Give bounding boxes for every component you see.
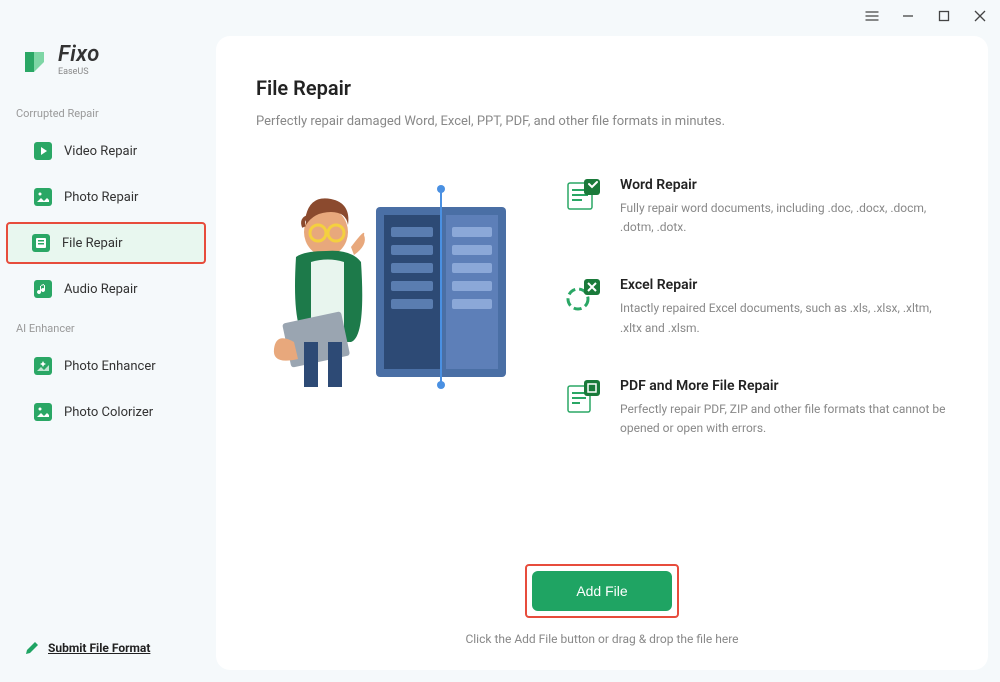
feature-desc: Intactly repaired Excel documents, such …: [620, 299, 948, 337]
titlebar: [0, 0, 1000, 32]
video-icon: [34, 142, 52, 160]
app-logo: Fixo EaseUS: [0, 40, 212, 97]
feature-list: Word Repair Fully repair word documents,…: [566, 177, 948, 438]
feature-pdf-repair: PDF and More File Repair Perfectly repai…: [566, 378, 948, 438]
pencil-icon: [24, 640, 40, 656]
photo-icon: [34, 188, 52, 206]
sidebar-item-photo-enhancer[interactable]: Photo Enhancer: [8, 345, 204, 387]
sidebar-item-video-repair[interactable]: Video Repair: [8, 130, 204, 172]
section-label-ai: AI Enhancer: [0, 312, 212, 343]
logo-icon: [20, 46, 50, 76]
sidebar-item-label: Audio Repair: [64, 282, 138, 297]
cta-area: Add File Click the Add File button or dr…: [256, 564, 948, 646]
feature-desc: Fully repair word documents, including .…: [620, 199, 948, 237]
submit-file-format[interactable]: Submit File Format: [0, 622, 212, 674]
feature-title: PDF and More File Repair: [620, 378, 948, 394]
sidebar: Fixo EaseUS Corrupted Repair Video Repai…: [0, 32, 212, 682]
sidebar-item-label: Photo Enhancer: [64, 359, 156, 374]
content-panel: File Repair Perfectly repair damaged Wor…: [216, 36, 988, 670]
section-label-corrupted: Corrupted Repair: [0, 97, 212, 128]
feature-title: Word Repair: [620, 177, 948, 193]
sidebar-item-audio-repair[interactable]: Audio Repair: [8, 268, 204, 310]
minimize-button[interactable]: [900, 8, 916, 24]
excel-icon: [566, 277, 602, 313]
maximize-button[interactable]: [936, 8, 952, 24]
app-name: Fixo: [58, 44, 100, 66]
feature-word-repair: Word Repair Fully repair word documents,…: [566, 177, 948, 237]
illustration: [256, 177, 536, 417]
page-title: File Repair: [256, 76, 948, 100]
feature-desc: Perfectly repair PDF, ZIP and other file…: [620, 400, 948, 438]
add-file-button[interactable]: Add File: [532, 571, 671, 611]
colorize-icon: [34, 403, 52, 421]
app-vendor: EaseUS: [58, 68, 100, 77]
sidebar-item-label: File Repair: [62, 236, 122, 251]
sidebar-item-photo-repair[interactable]: Photo Repair: [8, 176, 204, 218]
sidebar-item-file-repair[interactable]: File Repair: [6, 222, 206, 264]
sidebar-item-label: Video Repair: [64, 144, 137, 159]
close-button[interactable]: [972, 8, 988, 24]
add-file-highlight: Add File: [525, 564, 678, 618]
sidebar-item-label: Photo Repair: [64, 190, 138, 205]
sidebar-item-label: Photo Colorizer: [64, 405, 153, 420]
sidebar-item-photo-colorizer[interactable]: Photo Colorizer: [8, 391, 204, 433]
audio-icon: [34, 280, 52, 298]
drop-hint: Click the Add File button or drag & drop…: [465, 632, 738, 646]
file-icon: [32, 234, 50, 252]
menu-icon[interactable]: [864, 8, 880, 24]
pdf-icon: [566, 378, 602, 414]
feature-excel-repair: Excel Repair Intactly repaired Excel doc…: [566, 277, 948, 337]
submit-link-text[interactable]: Submit File Format: [48, 641, 150, 655]
feature-title: Excel Repair: [620, 277, 948, 293]
word-icon: [566, 177, 602, 213]
page-subtitle: Perfectly repair damaged Word, Excel, PP…: [256, 114, 948, 129]
enhance-icon: [34, 357, 52, 375]
